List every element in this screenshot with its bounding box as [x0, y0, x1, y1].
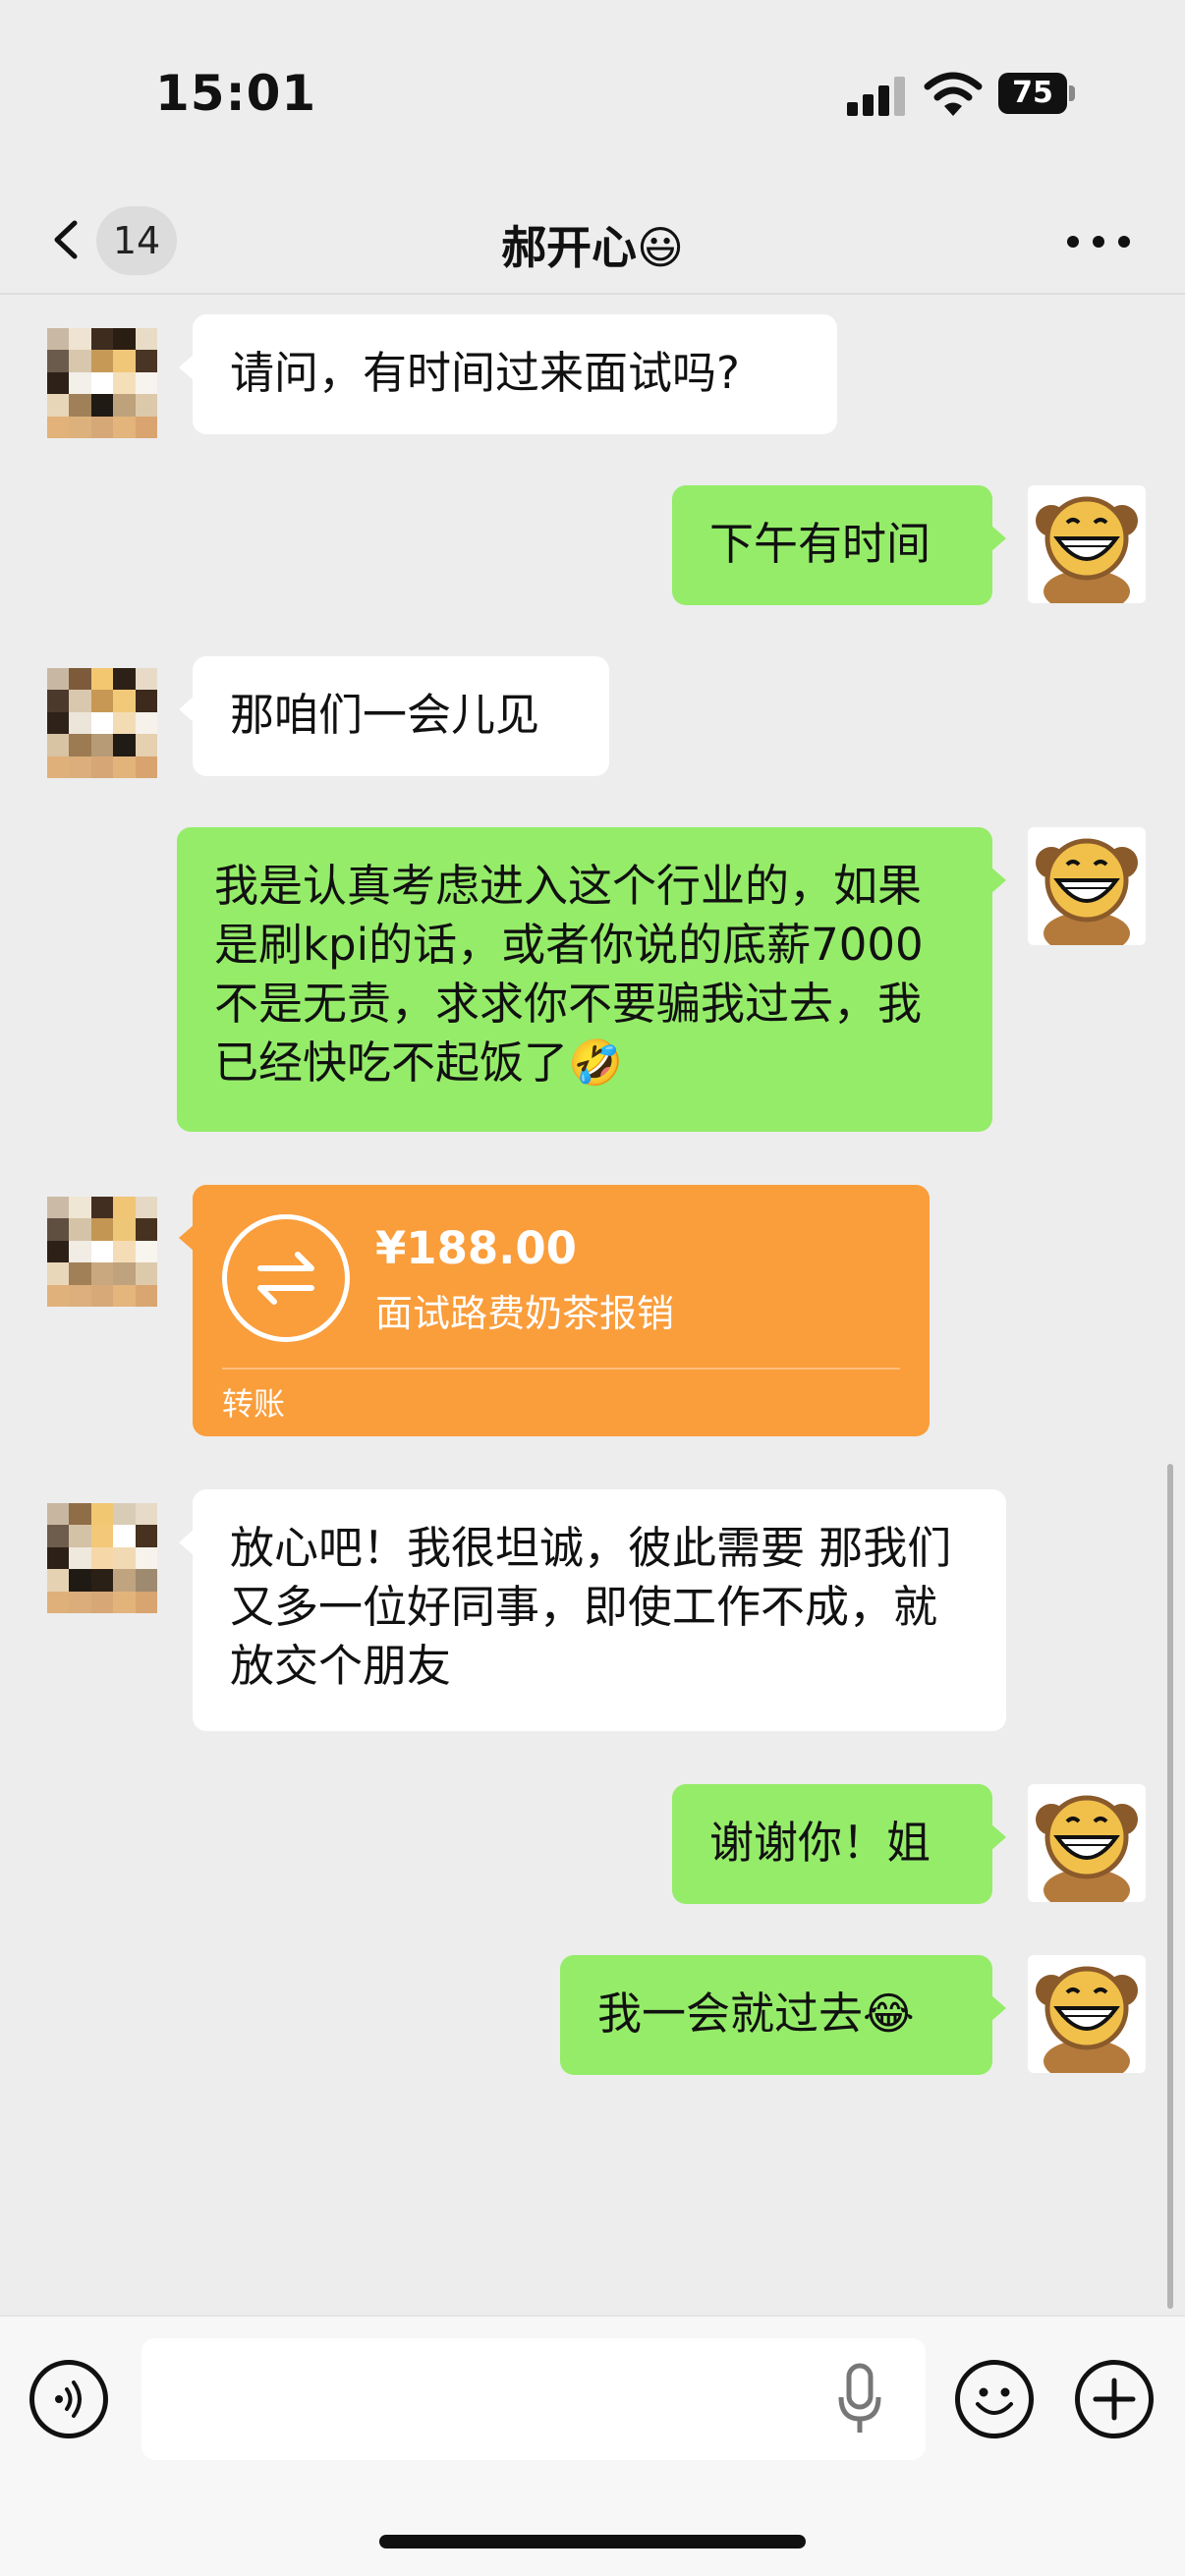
message-bubble-incoming[interactable]: 放心吧！我很坦诚，彼此需要 那我们又多一位好同事，即使工作不成，就放交个朋友 — [179, 1489, 1006, 1731]
message-input[interactable] — [141, 2338, 926, 2460]
signal-icon — [847, 77, 906, 116]
message-text: 放心吧！我很坦诚，彼此需要 那我们又多一位好同事，即使工作不成，就放交个朋友 — [230, 1522, 952, 1692]
chat-header: 14 郝开心😃 — [0, 187, 1185, 295]
user-avatar-monkey[interactable] — [1028, 827, 1146, 945]
microphone-icon[interactable] — [835, 2362, 884, 2436]
voice-button[interactable] — [29, 2360, 108, 2438]
chat-title: 郝开心😃 — [501, 221, 684, 274]
transfer-amount: ¥188.00 — [375, 1222, 577, 1274]
message-bubble-incoming[interactable]: 请问，有时间过来面试吗? — [179, 314, 837, 434]
message-text: 请问，有时间过来面试吗? — [230, 347, 740, 399]
status-time: 15:01 — [155, 65, 317, 122]
battery-level: 75 — [998, 73, 1067, 114]
user-avatar-monkey[interactable] — [1028, 1784, 1146, 1902]
message-bubble-outgoing[interactable]: 我是认真考虑进入这个行业的，如果是刷kpi的话，或者你说的底薪7000不是无责，… — [177, 827, 1006, 1132]
emoji-icon — [976, 2387, 1013, 2415]
more-dots-icon[interactable] — [1067, 222, 1136, 261]
monkey-avatar-icon — [1036, 1966, 1138, 2073]
contact-avatar[interactable] — [47, 668, 157, 778]
battery-icon: 75 — [998, 73, 1075, 114]
user-avatar-monkey[interactable] — [1028, 485, 1146, 603]
message-text: 我是认真考虑进入这个行业的，如果是刷kpi的话，或者你说的底薪7000不是无责，… — [214, 860, 924, 1089]
monkey-avatar-icon — [1036, 496, 1138, 603]
transfer-note: 面试路费奶茶报销 — [375, 1292, 675, 1335]
contact-avatar[interactable] — [47, 1503, 157, 1613]
transfer-label: 转账 — [222, 1385, 286, 1423]
message-text: 那咱们一会儿见 — [230, 689, 540, 741]
transfer-arrows-icon — [222, 1214, 350, 1342]
message-bubble-outgoing[interactable]: 我一会就过去😂 — [560, 1955, 1006, 2075]
divider — [222, 1368, 900, 1370]
message-bubble-outgoing[interactable]: 谢谢你！姐 — [672, 1784, 1006, 1904]
message-text: 下午有时间 — [709, 518, 931, 570]
user-avatar-monkey[interactable] — [1028, 1955, 1146, 2073]
contact-avatar[interactable] — [47, 1197, 157, 1307]
add-button[interactable] — [1075, 2360, 1154, 2438]
money-transfer-card[interactable]: ¥188.00 面试路费奶茶报销 转账 — [179, 1185, 930, 1436]
emoji-button[interactable] — [955, 2360, 1034, 2438]
message-bubble-outgoing[interactable]: 下午有时间 — [672, 485, 1006, 605]
wifi-icon — [924, 72, 983, 116]
monkey-avatar-icon — [1036, 838, 1138, 945]
plus-icon — [1093, 2378, 1136, 2421]
contact-avatar[interactable] — [47, 328, 157, 438]
home-indicator — [379, 2535, 806, 2548]
scrollbar[interactable] — [1167, 1464, 1173, 2309]
message-text: 谢谢你！姐 — [709, 1817, 931, 1869]
voice-icon — [55, 2380, 82, 2418]
monkey-avatar-icon — [1036, 1795, 1138, 1902]
message-text: 我一会就过去😂 — [597, 1988, 915, 2040]
status-bar: 15:01 75 — [0, 0, 1185, 187]
message-bubble-incoming[interactable]: 那咱们一会儿见 — [179, 656, 609, 776]
